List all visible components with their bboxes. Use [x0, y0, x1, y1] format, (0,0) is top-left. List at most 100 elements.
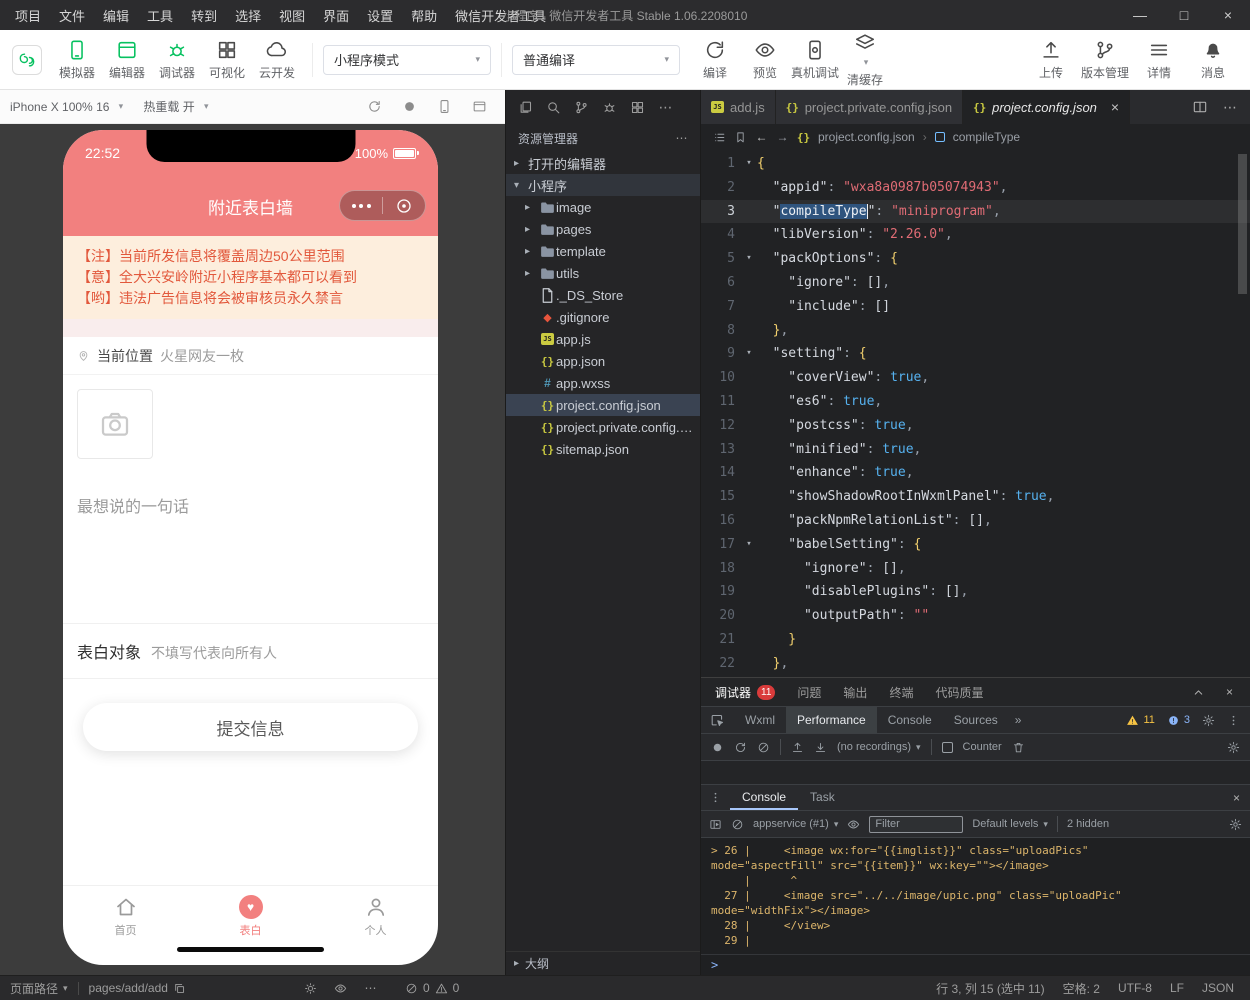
toolbar-button[interactable]: 编辑器 [102, 39, 152, 81]
toolbar-button[interactable]: 模拟器 [52, 39, 102, 81]
editor-tab[interactable]: {}project.config.json× [963, 90, 1130, 124]
clear-console-icon[interactable] [731, 818, 744, 831]
code-line[interactable]: 4 "libVersion": "2.26.0", [701, 223, 1250, 247]
theme-icon[interactable] [304, 982, 317, 995]
code-line[interactable]: 19 "disablePlugins": [], [701, 580, 1250, 604]
devtools-settings-icon[interactable] [1202, 714, 1215, 727]
reload-record-icon[interactable] [734, 741, 747, 754]
drawer-kebab-icon[interactable] [701, 785, 730, 810]
console-prompt[interactable]: > [701, 954, 1250, 975]
editor-tab[interactable]: JSadd.js [701, 90, 776, 124]
message-input[interactable]: 最想说的一句话 [63, 473, 438, 623]
drawer-tab[interactable]: Task [798, 785, 847, 810]
code-line[interactable]: 12 "postcss": true, [701, 414, 1250, 438]
close-tab-icon[interactable]: × [1111, 99, 1119, 115]
open-editors-section[interactable]: ▸打开的编辑器 [506, 152, 700, 174]
tree-item[interactable]: #app.wxss [506, 372, 700, 394]
code-line[interactable]: 21 } [701, 628, 1250, 652]
files-icon[interactable] [518, 100, 533, 115]
location-row[interactable]: 当前位置 火星网友一枚 [63, 337, 438, 375]
console-sidebar-icon[interactable] [709, 818, 722, 831]
tree-item[interactable]: ◆.gitignore [506, 306, 700, 328]
cursor-position[interactable]: 行 3, 列 15 (选中 11) [936, 980, 1044, 997]
code-line[interactable]: 20 "outputPath": "" [701, 604, 1250, 628]
counter-checkbox[interactable] [942, 742, 953, 753]
tree-item[interactable]: JSapp.js [506, 328, 700, 350]
console-output[interactable]: > 26 | <image wx:for="{{imglist}}" class… [701, 838, 1250, 950]
close-capsule-button[interactable] [383, 197, 425, 215]
recordings-select[interactable]: (no recordings) ▾ [837, 741, 921, 753]
toolbar-button[interactable]: 真机调试 [790, 39, 840, 81]
devtools-tab[interactable]: Wxml [734, 707, 786, 733]
toolbar-button[interactable]: 可视化 [202, 39, 252, 81]
tree-item[interactable]: {}sitemap.json [506, 438, 700, 460]
tree-item[interactable]: ._DS_Store [506, 284, 700, 306]
indent-setting[interactable]: 空格: 2 [1063, 980, 1100, 997]
toolbar-button[interactable]: ▾清缓存 [840, 32, 890, 88]
search-icon[interactable] [546, 100, 561, 115]
menu-item[interactable]: 视图 [270, 0, 314, 30]
save-profile-icon[interactable] [814, 741, 827, 754]
menu-item[interactable]: 编辑 [94, 0, 138, 30]
sim-tab[interactable]: 首页 [63, 886, 188, 947]
close-button[interactable]: × [1206, 0, 1250, 30]
devtools-kebab-icon[interactable] [1227, 714, 1240, 727]
maximize-button[interactable]: □ [1162, 0, 1206, 30]
git-branch-icon[interactable] [574, 100, 589, 115]
target-row[interactable]: 表白对象 不填写代表向所有人 [63, 623, 438, 679]
filter-input[interactable] [869, 816, 963, 833]
encoding[interactable]: UTF-8 [1118, 981, 1152, 995]
code-line[interactable]: 15 "showShadowRootInWxmlPanel": true, [701, 485, 1250, 509]
console-settings-icon[interactable] [1229, 818, 1242, 831]
log-levels-select[interactable]: Default levels ▾ [972, 818, 1048, 830]
toolbar-button[interactable]: 编译 [690, 39, 740, 81]
toolbar-button[interactable]: 消息 [1188, 39, 1238, 81]
hot-reload-toggle[interactable]: 热重载 开 ▾ [143, 98, 212, 115]
problems-indicator[interactable]: 0 0 [405, 981, 459, 995]
code-line[interactable]: 18 "ignore": [], [701, 557, 1250, 581]
code-line[interactable]: 10 "coverView": true, [701, 366, 1250, 390]
bookmark-icon[interactable] [734, 131, 747, 144]
upload-image-button[interactable] [77, 389, 153, 459]
compile-mode-select[interactable]: 普通编译 ▾ [512, 45, 680, 75]
devtools-overflow[interactable]: » [1009, 707, 1028, 733]
close-panel-icon[interactable]: × [1223, 686, 1236, 699]
drawer-close-icon[interactable]: × [1223, 785, 1250, 810]
toolbar-button[interactable]: 版本管理 [1080, 39, 1130, 81]
context-select[interactable]: appservice (#1) ▾ [753, 818, 838, 830]
code-line[interactable]: 22 }, [701, 652, 1250, 676]
tree-item[interactable]: ▸template [506, 240, 700, 262]
code-line[interactable]: 11 "es6": true, [701, 390, 1250, 414]
debug-tab[interactable]: 终端 [889, 684, 913, 701]
debug-tab[interactable]: 调试器11 [715, 684, 775, 701]
menu-item[interactable]: 项目 [6, 0, 50, 30]
debug-icon[interactable] [602, 100, 617, 115]
toolbar-button[interactable]: 调试器 [152, 39, 202, 81]
split-editor-icon[interactable] [1192, 99, 1208, 115]
record-button[interactable] [711, 741, 724, 754]
code-line[interactable]: 14 "enhance": true, [701, 461, 1250, 485]
more-h-icon[interactable]: ⋯ [1222, 99, 1238, 115]
code-line[interactable]: 3 "compileType": "miniprogram", [701, 200, 1250, 224]
detach-window-icon[interactable] [472, 99, 487, 114]
extensions-icon[interactable] [630, 100, 645, 115]
copy-icon[interactable] [173, 982, 186, 995]
more-h-icon[interactable]: ⋯ [675, 132, 688, 145]
tree-item[interactable]: ▸pages [506, 218, 700, 240]
warning-counter[interactable]: 11 [1126, 714, 1154, 727]
page-path-select[interactable]: 页面路径 ▾ [10, 980, 68, 997]
refresh-icon[interactable] [367, 99, 382, 114]
capture-settings-icon[interactable] [1227, 741, 1240, 754]
device-select[interactable]: iPhone X 100% 16 ▾ [10, 100, 127, 114]
code-line[interactable]: 17▾ "babelSetting": { [701, 533, 1250, 557]
more-h-icon[interactable]: ⋯ [364, 982, 377, 995]
target-input[interactable]: 不填写代表向所有人 [151, 643, 277, 663]
code-line[interactable]: 16 "packNpmRelationList": [], [701, 509, 1250, 533]
record-icon[interactable] [402, 99, 417, 114]
editor-tab[interactable]: {}project.private.config.json [776, 90, 963, 124]
toolbar-button[interactable]: 上传 [1026, 39, 1076, 81]
submit-button[interactable]: 提交信息 [83, 703, 418, 751]
outline-list-icon[interactable] [713, 131, 726, 144]
code-line[interactable]: 8 }, [701, 319, 1250, 343]
sim-tab[interactable]: ♥表白 [188, 886, 313, 947]
